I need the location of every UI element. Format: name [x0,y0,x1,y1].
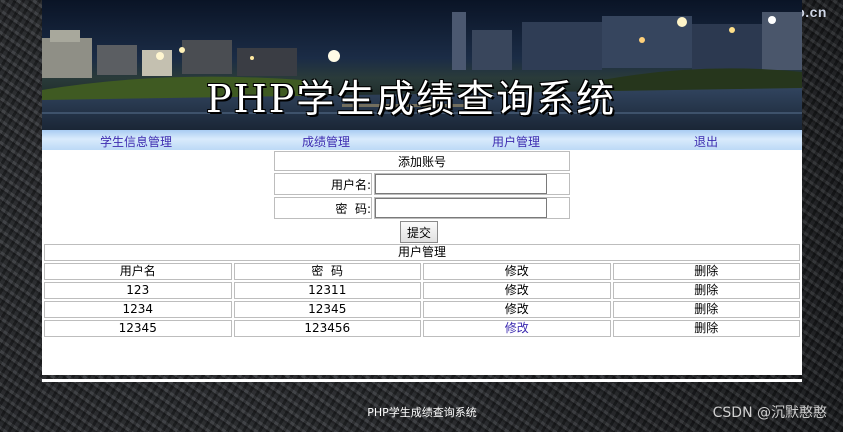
username-label: 用户名: [274,173,372,195]
edit-link[interactable]: 修改 [423,320,611,337]
nav-grades[interactable]: 成绩管理 [302,133,350,150]
column-header-edit: 修改 [423,263,611,280]
row-username: 12345 [44,320,232,337]
nav-student-info[interactable]: 学生信息管理 [100,133,172,150]
password-label: 密 码: [274,197,372,219]
column-header-password: 密 码 [233,263,421,280]
add-account-form: 添加账号 用户名: 密 码: [272,149,572,221]
main-nav: 学生信息管理 成绩管理 用户管理 退出 [42,130,802,150]
edit-link[interactable]: 修改 [423,301,611,318]
row-username: 1234 [44,301,232,318]
delete-link[interactable]: 删除 [612,320,800,337]
submit-button[interactable]: 提交 [400,221,439,243]
user-table-title: 用户管理 [44,244,800,261]
nav-logout[interactable]: 退出 [694,133,718,150]
table-row: 12345 123456 修改 删除 [44,320,800,337]
page: PHP学生成绩查询系统 学生信息管理 成绩管理 用户管理 退出 添加账号 用户名… [42,0,802,432]
footer-text: PHP学生成绩查询系统 [367,406,477,419]
header-banner: PHP学生成绩查询系统 [42,0,802,130]
user-table-header: 用户名 密 码 修改 删除 [44,263,800,280]
row-password: 12345 [233,301,421,318]
delete-link[interactable]: 删除 [612,282,800,299]
footer-divider [42,379,802,382]
password-cell [374,197,570,219]
password-input[interactable] [375,198,547,218]
username-cell [374,173,570,195]
nav-user-management[interactable]: 用户管理 [492,133,540,150]
row-password: 12311 [233,282,421,299]
watermark-bottom: CSDN @沉默憨憨 [712,405,827,421]
row-username: 123 [44,282,232,299]
edit-link[interactable]: 修改 [423,282,611,299]
column-header-delete: 删除 [612,263,800,280]
user-table: 用户管理 用户名 密 码 修改 删除 123 12311 修改 删除 1234 … [42,242,802,339]
row-password: 123456 [233,320,421,337]
banner-title: PHP学生成绩查询系统 [206,77,617,121]
column-header-username: 用户名 [44,263,232,280]
delete-link[interactable]: 删除 [612,301,800,318]
table-row: 1234 12345 修改 删除 [44,301,800,318]
add-account-title: 添加账号 [274,151,570,171]
username-input[interactable] [375,174,547,194]
main-content: 添加账号 用户名: 密 码: 提交 用户管理 用户名 密 码 修改 删除 123… [42,150,802,375]
table-row: 123 12311 修改 删除 [44,282,800,299]
